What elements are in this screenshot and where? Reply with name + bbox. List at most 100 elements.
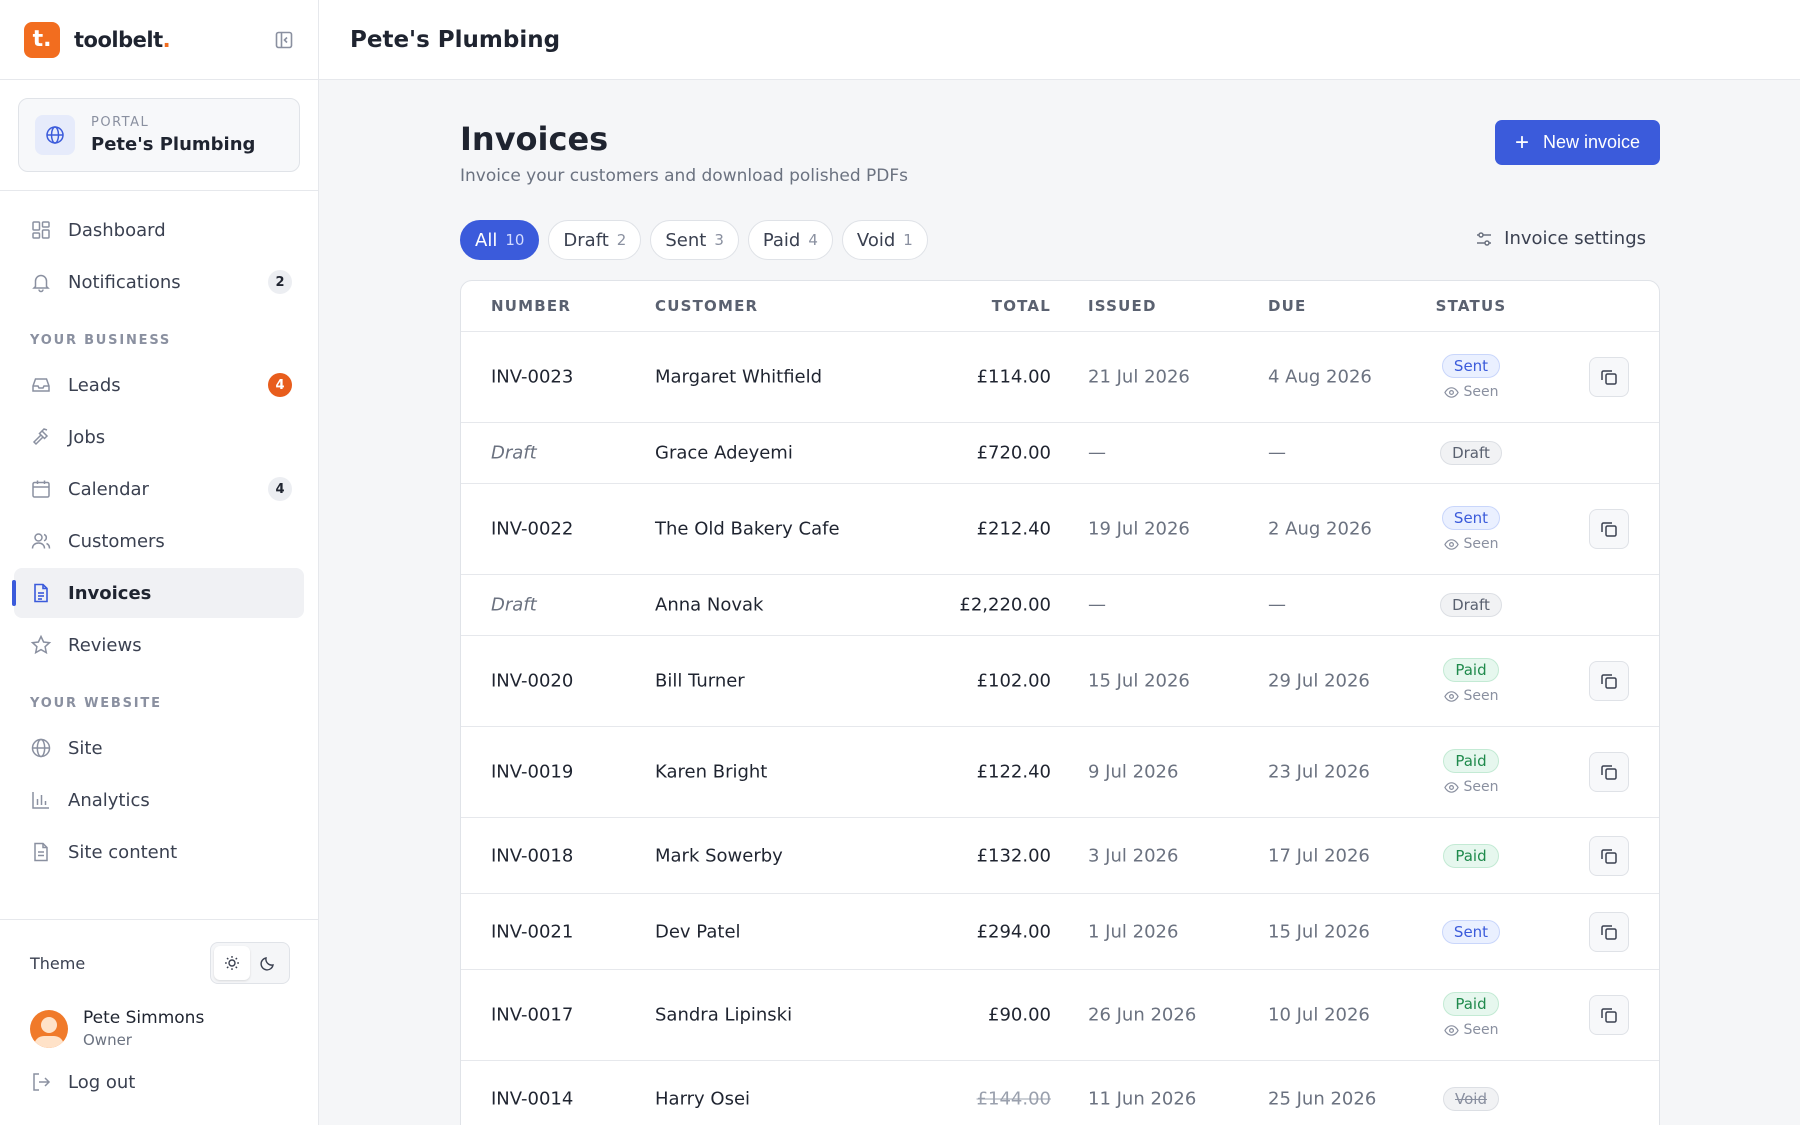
new-invoice-label: New invoice bbox=[1542, 132, 1640, 152]
bell-icon bbox=[32, 274, 50, 293]
sidebar-item-notifications[interactable]: Notifications 2 bbox=[14, 257, 304, 307]
user-name: Pete Simmons bbox=[83, 1008, 205, 1028]
column-header-customer[interactable]: CUSTOMER bbox=[655, 297, 758, 315]
filter-paid[interactable]: Paid 4 bbox=[747, 220, 833, 260]
new-invoice-button[interactable]: + New invoice bbox=[1494, 120, 1660, 165]
table-row[interactable]: INV-0017 Sandra Lipinski £90.00 26 Jun 2026… bbox=[461, 970, 1659, 1061]
globe-icon bbox=[31, 738, 51, 758]
brand-name[interactable]: toolbelt. bbox=[74, 28, 171, 52]
invoice-total: £2,220.00 bbox=[959, 594, 1051, 616]
sidebar-item-jobs[interactable]: Jobs bbox=[14, 412, 304, 462]
copy-link-button[interactable] bbox=[1589, 995, 1629, 1035]
sidebar-footer: Theme Pete Simmons Owner Log out bbox=[0, 919, 318, 1125]
copy-link-button[interactable] bbox=[1589, 911, 1629, 952]
portal-label: PORTAL bbox=[91, 115, 150, 130]
invoice-number[interactable]: Draft bbox=[491, 595, 537, 616]
portal-switcher[interactable]: PORTAL Pete's Plumbing bbox=[18, 98, 300, 172]
invoice-settings-link[interactable]: Invoice settings bbox=[1474, 228, 1646, 249]
status-badge: Draft bbox=[1440, 441, 1502, 465]
sidebar-nav: Dashboard Notifications 2 YOUR BUSINESS … bbox=[0, 191, 318, 877]
sidebar-item-reviews[interactable]: Reviews bbox=[14, 620, 304, 670]
column-header-total[interactable]: TOTAL bbox=[992, 297, 1051, 315]
invoice-number[interactable]: INV-0023 bbox=[491, 367, 573, 388]
invoice-number[interactable]: Draft bbox=[491, 443, 537, 464]
filter-all[interactable]: All 10 bbox=[460, 220, 540, 260]
filter-label: Draft bbox=[563, 229, 609, 251]
eye-icon bbox=[1443, 1023, 1464, 1038]
filter-sent[interactable]: Sent 3 bbox=[650, 220, 739, 260]
seen-indicator: Seen bbox=[1443, 779, 1499, 795]
table-row[interactable]: Draft Grace Adeyemi £720.00 — — Draft bbox=[461, 423, 1659, 484]
sun-icon[interactable] bbox=[214, 946, 250, 980]
seen-indicator: Seen bbox=[1443, 536, 1499, 552]
table-row[interactable]: INV-0019 Karen Bright £122.40 9 Jul 2026 23 … bbox=[461, 727, 1659, 818]
customer-name: The Old Bakery Cafe bbox=[655, 518, 840, 540]
sidebar-item-analytics[interactable]: Analytics bbox=[14, 775, 304, 825]
logout-button[interactable]: Log out bbox=[0, 1049, 318, 1093]
column-header-number[interactable]: NUMBER bbox=[491, 297, 571, 315]
table-row[interactable]: INV-0022 The Old Bakery Cafe £212.40 19 Jul… bbox=[461, 484, 1659, 575]
sidebar-item-site-content[interactable]: Site content bbox=[14, 827, 304, 877]
column-header-status[interactable]: STATUS bbox=[1421, 297, 1521, 315]
issued-date: 26 Jun 2026 bbox=[1088, 1004, 1197, 1026]
sidebar-item-dashboard[interactable]: Dashboard bbox=[14, 205, 304, 255]
user-profile[interactable]: Pete Simmons Owner bbox=[0, 984, 318, 1049]
seen-indicator: Seen bbox=[1443, 1022, 1499, 1038]
copy-link-button[interactable] bbox=[1589, 509, 1629, 549]
sidebar-item-label: Analytics bbox=[68, 789, 150, 811]
table-row[interactable]: INV-0020 Bill Turner £102.00 15 Jul 2026 29 … bbox=[461, 636, 1659, 727]
invoice-number[interactable]: INV-0017 bbox=[491, 1005, 573, 1026]
seen-label: Seen bbox=[1463, 536, 1499, 552]
sidebar-collapse-icon[interactable] bbox=[274, 30, 294, 50]
table-row[interactable]: INV-0014 Harry Osei £144.00 11 Jun 2026 25 J… bbox=[461, 1061, 1659, 1125]
invoice-settings-label: Invoice settings bbox=[1504, 228, 1646, 249]
sidebar-item-invoices[interactable]: Invoices bbox=[12, 568, 304, 618]
bar-chart-icon bbox=[32, 792, 49, 809]
filter-void[interactable]: Void 1 bbox=[841, 220, 928, 260]
sidebar-item-customers[interactable]: Customers bbox=[14, 516, 304, 566]
copy-icon bbox=[1599, 367, 1619, 387]
status-badge: Paid bbox=[1443, 992, 1499, 1016]
column-header-issued[interactable]: ISSUED bbox=[1088, 297, 1157, 315]
moon-icon[interactable] bbox=[250, 946, 286, 980]
brand-logo[interactable]: t. bbox=[24, 21, 60, 58]
table-row[interactable]: INV-0023 Margaret Whitfield £114.00 21 Jul … bbox=[461, 332, 1659, 423]
copy-link-button[interactable] bbox=[1589, 835, 1629, 876]
filter-count: 2 bbox=[616, 231, 627, 249]
section-label-website: YOUR WEBSITE bbox=[30, 696, 162, 711]
customer-name: Karen Bright bbox=[655, 761, 768, 783]
invoice-number[interactable]: INV-0019 bbox=[491, 762, 573, 783]
table-row[interactable]: Draft Anna Novak £2,220.00 — — Draft bbox=[461, 575, 1659, 636]
issued-date: 11 Jun 2026 bbox=[1088, 1088, 1197, 1110]
sidebar-item-leads[interactable]: Leads 4 bbox=[14, 360, 304, 410]
sidebar-item-site[interactable]: Site bbox=[14, 723, 304, 773]
column-header-due[interactable]: DUE bbox=[1268, 297, 1306, 315]
due-date: 17 Jul 2026 bbox=[1268, 845, 1370, 866]
invoice-total: £294.00 bbox=[976, 921, 1051, 942]
eye-icon bbox=[1443, 689, 1464, 704]
invoice-number[interactable]: INV-0020 bbox=[491, 671, 573, 692]
due-date: 4 Aug 2026 bbox=[1268, 366, 1372, 388]
copy-link-button[interactable] bbox=[1589, 661, 1629, 701]
invoice-number[interactable]: INV-0018 bbox=[491, 845, 573, 866]
status-badge: Paid bbox=[1443, 843, 1499, 868]
page-title: Invoices bbox=[460, 120, 609, 158]
sidebar-item-label: Invoices bbox=[68, 582, 152, 604]
invoice-number[interactable]: INV-0022 bbox=[491, 519, 573, 540]
invoice-number[interactable]: INV-0014 bbox=[491, 1089, 573, 1110]
due-date: 2 Aug 2026 bbox=[1268, 518, 1372, 540]
sidebar-item-label: Notifications bbox=[68, 271, 181, 293]
table-row[interactable]: INV-0018 Mark Sowerby £132.00 3 Jul 2026 17 … bbox=[461, 818, 1659, 894]
user-role: Owner bbox=[83, 1031, 132, 1049]
copy-icon bbox=[1599, 1005, 1619, 1025]
filter-draft[interactable]: Draft 2 bbox=[548, 220, 642, 260]
copy-link-button[interactable] bbox=[1589, 752, 1629, 792]
inbox-icon bbox=[32, 378, 50, 392]
table-row[interactable]: INV-0021 Dev Patel £294.00 1 Jul 2026 15 Jul… bbox=[461, 894, 1659, 970]
sidebar-item-calendar[interactable]: Calendar 4 bbox=[14, 464, 304, 514]
invoice-number[interactable]: INV-0021 bbox=[491, 921, 573, 942]
copy-icon bbox=[1599, 762, 1619, 782]
copy-icon bbox=[1599, 519, 1619, 539]
copy-link-button[interactable] bbox=[1589, 357, 1629, 397]
portal-section: PORTAL Pete's Plumbing bbox=[0, 80, 318, 191]
